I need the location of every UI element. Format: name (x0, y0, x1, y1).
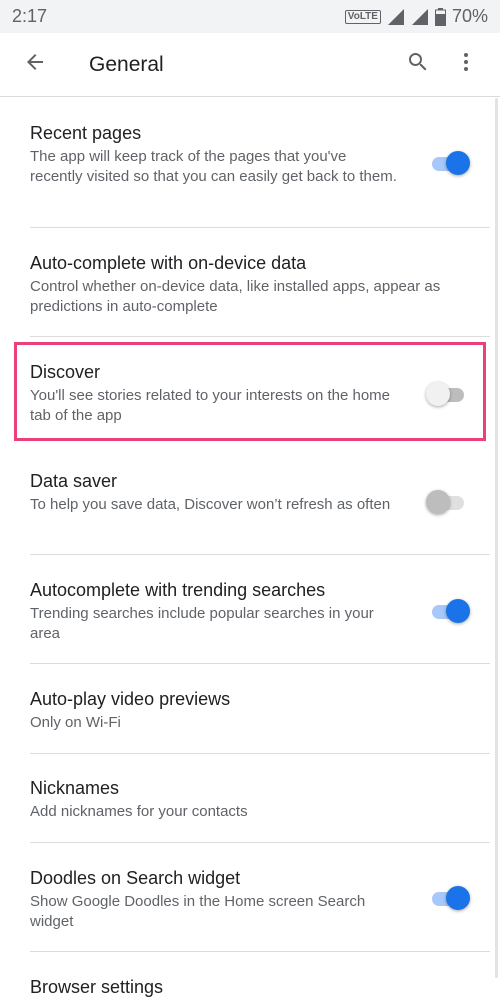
divider (30, 336, 490, 337)
volte-badge: VoLTE (344, 9, 381, 24)
divider (30, 753, 490, 754)
setting-autocomplete-trending[interactable]: Autocomplete with trending searches Tren… (0, 579, 500, 644)
more-vert-icon (454, 50, 478, 79)
setting-title: Auto-play video previews (30, 689, 231, 709)
setting-description: Only on Wi-Fi (30, 714, 121, 731)
more-options-button[interactable] (442, 41, 490, 89)
setting-title: Data saver (30, 471, 118, 491)
setting-description: You'll see stories related to your inter… (30, 387, 391, 424)
divider (30, 951, 490, 952)
back-arrow-icon (23, 50, 47, 79)
setting-description: Trending searches include popular search… (30, 605, 374, 642)
setting-title: Browser settings (30, 977, 164, 997)
divider (30, 663, 490, 664)
signal-icon (387, 8, 405, 26)
setting-browser-settings[interactable]: Browser settings (0, 976, 500, 998)
status-bar: 2:17 VoLTE 70% (0, 0, 500, 33)
setting-title: Autocomplete with trending searches (30, 580, 326, 600)
setting-title: Recent pages (30, 123, 142, 143)
battery-percent: 70% (451, 6, 488, 26)
discover-toggle[interactable] (426, 382, 468, 406)
app-bar: General (0, 33, 500, 97)
battery-icon (434, 7, 446, 26)
setting-recent-pages[interactable]: Recent pages The app will keep track of … (0, 122, 500, 187)
doodles-toggle[interactable] (428, 886, 470, 910)
divider (30, 227, 490, 228)
page-title: General (89, 52, 164, 76)
setting-title: Nicknames (30, 778, 120, 798)
status-time: 2:17 (12, 6, 48, 26)
setting-data-saver[interactable]: Data saver To help you save data, Discov… (0, 470, 500, 515)
data-saver-toggle[interactable] (426, 490, 468, 514)
setting-doodles[interactable]: Doodles on Search widget Show Google Doo… (0, 867, 500, 932)
recent-pages-toggle[interactable] (428, 151, 470, 175)
setting-auto-play-video[interactable]: Auto-play video previews Only on Wi-Fi (0, 688, 500, 733)
divider (30, 554, 490, 555)
back-button[interactable] (11, 41, 59, 89)
signal-2-icon (411, 8, 429, 26)
setting-description: The app will keep track of the pages tha… (30, 148, 397, 185)
setting-description: To help you save data, Discover won’t re… (30, 496, 391, 513)
setting-auto-complete-on-device[interactable]: Auto-complete with on-device data Contro… (0, 252, 500, 317)
search-icon (406, 50, 430, 79)
setting-title: Auto-complete with on-device data (30, 253, 307, 273)
divider (30, 842, 490, 843)
setting-description: Control whether on-device data, like ins… (30, 278, 441, 315)
status-icons: VoLTE 70% (344, 6, 488, 27)
setting-nicknames[interactable]: Nicknames Add nicknames for your contact… (0, 777, 500, 822)
settings-list: Recent pages The app will keep track of … (0, 98, 500, 998)
scrollbar[interactable] (495, 98, 498, 978)
setting-description: Show Google Doodles in the Home screen S… (30, 893, 366, 930)
setting-title: Discover (30, 362, 101, 382)
search-button[interactable] (394, 41, 442, 89)
trending-searches-toggle[interactable] (428, 599, 470, 623)
setting-description: Add nicknames for your contacts (30, 803, 248, 820)
setting-discover[interactable]: Discover You'll see stories related to y… (0, 361, 500, 426)
